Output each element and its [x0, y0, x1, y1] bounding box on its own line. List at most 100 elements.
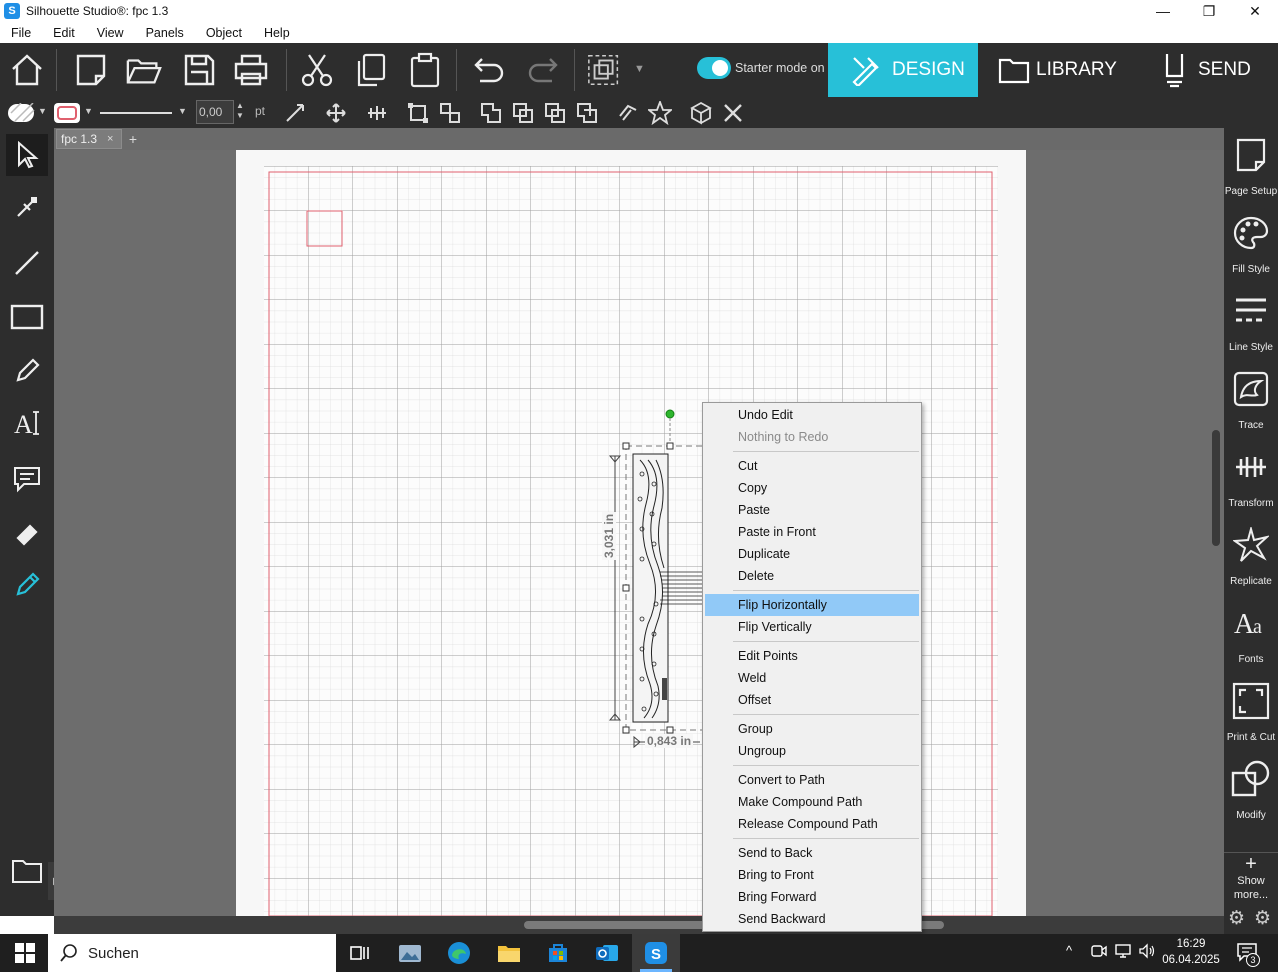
menu-view[interactable]: View [86, 26, 135, 40]
menu-item-send-backward[interactable]: Send Backward [705, 908, 919, 930]
menu-item-duplicate[interactable]: Duplicate [705, 543, 919, 565]
eraser-tool-icon[interactable] [6, 512, 48, 554]
ungroup-icon[interactable] [437, 100, 463, 126]
offset-icon[interactable] [615, 100, 641, 126]
save-icon[interactable] [180, 51, 218, 89]
windows-start-icon[interactable] [10, 938, 40, 968]
edge-browser-icon[interactable] [444, 938, 474, 968]
menu-edit[interactable]: Edit [42, 26, 86, 40]
transform-button[interactable]: Transform [1224, 446, 1278, 510]
cut-scissors-icon[interactable] [298, 51, 336, 89]
add-tab-button[interactable]: + [124, 130, 142, 148]
close-window-button[interactable]: ✕ [1232, 0, 1278, 22]
menu-help[interactable]: Help [253, 26, 301, 40]
file-explorer-icon[interactable] [494, 938, 524, 968]
tab-design[interactable]: DESIGN [828, 43, 978, 97]
group-icon[interactable] [405, 100, 431, 126]
select-arrow-icon[interactable] [6, 134, 48, 176]
menu-item-convert-to-path[interactable]: Convert to Path [705, 769, 919, 791]
tab-library[interactable]: LIBRARY [998, 43, 1148, 97]
show-more-button[interactable]: + Show more... [1224, 854, 1278, 902]
line-style-dropdown-chevron-icon[interactable]: ▼ [178, 106, 187, 116]
fonts-button[interactable]: Aa Fonts [1224, 602, 1278, 666]
right-panel-scrollbar[interactable] [1212, 430, 1220, 546]
select-dropdown-chevron-icon[interactable]: ▼ [634, 63, 645, 75]
menu-item-send-to-back[interactable]: Send to Back [705, 842, 919, 864]
menu-item-bring-forward[interactable]: Bring Forward [705, 886, 919, 908]
line-color-icon[interactable] [52, 100, 82, 126]
menu-item-edit-points[interactable]: Edit Points [705, 645, 919, 667]
menu-panels[interactable]: Panels [135, 26, 195, 40]
taskbar-search-box[interactable]: Suchen [48, 934, 336, 972]
menu-item-ungroup[interactable]: Ungroup [705, 740, 919, 762]
taskbar-clock[interactable]: 16:29 06.04.2025 [1158, 936, 1224, 968]
menu-item-cut[interactable]: Cut [705, 455, 919, 477]
text-tool-icon[interactable]: A [6, 402, 48, 444]
text-box-tool-icon[interactable] [6, 458, 48, 500]
star-replicate-icon[interactable] [647, 100, 673, 126]
menu-item-paste[interactable]: Paste [705, 499, 919, 521]
maximize-button[interactable]: ❐ [1186, 0, 1232, 22]
new-document-icon[interactable] [72, 51, 110, 89]
3d-box-icon[interactable] [688, 100, 714, 126]
subtract-icon[interactable] [510, 100, 536, 126]
fill-pattern-icon[interactable] [6, 100, 36, 126]
menu-item-release-compound-path[interactable]: Release Compound Path [705, 813, 919, 835]
scale-diagonal-icon[interactable] [282, 100, 308, 126]
menu-item-weld[interactable]: Weld [705, 667, 919, 689]
open-folder-icon[interactable] [125, 51, 163, 89]
replicate-button[interactable]: Replicate [1224, 524, 1278, 588]
horizontal-scrollbar[interactable] [54, 916, 1224, 934]
fill-dropdown-chevron-icon[interactable]: ▼ [38, 106, 47, 116]
line-width-input[interactable]: 0,00 [196, 100, 234, 124]
meet-now-icon[interactable] [1090, 942, 1108, 963]
print-icon[interactable] [232, 51, 270, 89]
move-icon[interactable] [323, 100, 349, 126]
menu-item-group[interactable]: Group [705, 718, 919, 740]
tab-send[interactable]: SEND [1162, 43, 1278, 97]
menu-file[interactable]: File [0, 26, 42, 40]
sketch-pen-tool-icon[interactable] [6, 564, 48, 606]
line-style-preview[interactable] [100, 112, 172, 114]
undo-icon[interactable] [470, 51, 508, 89]
line-style-button[interactable]: Line Style [1224, 290, 1278, 354]
preferences-gear-icon[interactable]: ⚙ [1254, 909, 1271, 929]
menu-item-delete[interactable]: Delete [705, 565, 919, 587]
close-icon[interactable] [720, 100, 746, 126]
menu-item-flip-horizontally[interactable]: Flip Horizontally [705, 594, 919, 616]
menu-item-paste-in-front[interactable]: Paste in Front [705, 521, 919, 543]
network-icon[interactable] [1114, 942, 1132, 963]
toggle-switch[interactable] [697, 57, 731, 79]
modify-button[interactable]: Modify [1224, 758, 1278, 822]
silhouette-studio-taskbar-icon[interactable]: S [641, 938, 671, 968]
page-setup-button[interactable]: Page Setup [1224, 134, 1278, 198]
photos-app-icon[interactable] [395, 938, 425, 968]
show-hidden-icons-chevron-icon[interactable]: ^ [1066, 943, 1072, 958]
volume-icon[interactable] [1138, 942, 1156, 963]
outlook-icon[interactable] [592, 938, 622, 968]
menu-item-flip-vertically[interactable]: Flip Vertically [705, 616, 919, 638]
fill-style-button[interactable]: Fill Style [1224, 212, 1278, 276]
document-tab-close-icon[interactable]: × [107, 133, 113, 145]
document-tab[interactable]: fpc 1.3 × [56, 129, 122, 149]
pencil-tool-icon[interactable] [6, 350, 48, 392]
menu-item-make-compound-path[interactable]: Make Compound Path [705, 791, 919, 813]
point-edit-icon[interactable] [6, 186, 48, 228]
microsoft-store-icon[interactable] [543, 938, 573, 968]
settings-gear-icon[interactable]: ⚙ [1228, 909, 1245, 929]
selected-fpc-design[interactable] [604, 404, 704, 756]
library-folder-small-icon[interactable] [6, 850, 48, 892]
line-tool-icon[interactable] [6, 242, 48, 284]
copy-icon[interactable] [352, 51, 390, 89]
select-group-icon[interactable] [586, 51, 624, 89]
redo-icon[interactable] [524, 51, 562, 89]
divide-icon[interactable] [574, 100, 600, 126]
rectangle-tool-icon[interactable] [6, 296, 48, 338]
starter-mode-toggle[interactable]: Starter mode on [697, 57, 825, 79]
paste-clipboard-icon[interactable] [406, 51, 444, 89]
menu-item-bring-to-front[interactable]: Bring to Front [705, 864, 919, 886]
menu-item-offset[interactable]: Offset [705, 689, 919, 711]
home-icon[interactable] [8, 51, 46, 89]
minimize-button[interactable]: — [1140, 0, 1186, 22]
menu-item-copy[interactable]: Copy [705, 477, 919, 499]
